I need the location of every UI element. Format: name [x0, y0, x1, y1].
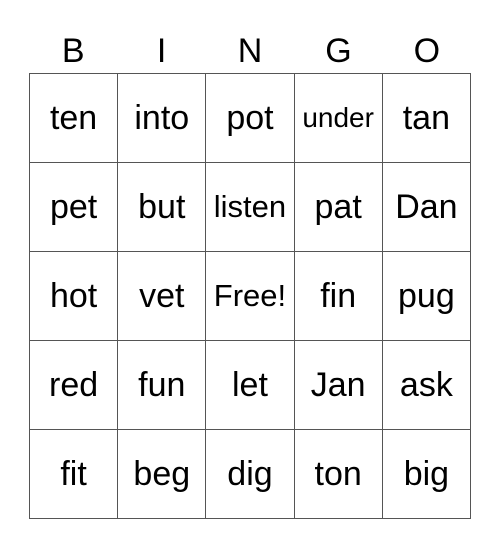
bingo-cell[interactable]: dig: [205, 429, 295, 519]
bingo-cell[interactable]: fin: [293, 251, 383, 341]
header-letter-i: I: [156, 32, 167, 70]
header-letter-b: B: [61, 32, 85, 70]
bingo-cell[interactable]: fit: [28, 429, 119, 519]
bingo-cell[interactable]: into: [117, 73, 207, 163]
bingo-cell[interactable]: Dan: [381, 162, 472, 252]
free-space-cell[interactable]: Free!: [205, 251, 295, 341]
header-letter-g: G: [325, 32, 352, 70]
board-row: red fun let Jan ask: [28, 340, 472, 430]
bingo-board: ten into pot under tan pet but listen pa…: [28, 73, 472, 519]
bingo-cell[interactable]: fun: [117, 340, 207, 430]
bingo-cell[interactable]: beg: [117, 429, 207, 519]
bingo-cell[interactable]: but: [117, 162, 207, 252]
bingo-cell[interactable]: red: [28, 340, 119, 430]
bingo-cell[interactable]: pat: [293, 162, 383, 252]
bingo-cell[interactable]: tan: [381, 73, 472, 163]
bingo-cell[interactable]: listen: [205, 162, 295, 252]
bingo-cell[interactable]: let: [205, 340, 295, 430]
board-row: pet but listen pat Dan: [28, 162, 472, 252]
bingo-cell[interactable]: pot: [205, 73, 295, 163]
bingo-cell[interactable]: vet: [117, 251, 207, 341]
bingo-cell[interactable]: Jan: [293, 340, 383, 430]
board-row: fit beg dig ton big: [28, 429, 472, 519]
header-letter-o: O: [413, 32, 441, 70]
bingo-cell[interactable]: pet: [28, 162, 119, 252]
bingo-cell[interactable]: ten: [28, 73, 119, 163]
board-row: hot vet Free! fin pug: [28, 251, 472, 341]
bingo-header: B I N G O: [29, 30, 471, 73]
bingo-cell[interactable]: ask: [381, 340, 472, 430]
bingo-cell[interactable]: big: [381, 429, 472, 519]
header-letter-n: N: [237, 32, 263, 70]
bingo-cell[interactable]: under: [293, 73, 383, 163]
bingo-cell[interactable]: pug: [381, 251, 472, 341]
bingo-cell[interactable]: ton: [293, 429, 383, 519]
bingo-cell[interactable]: hot: [28, 251, 119, 341]
board-row: ten into pot under tan: [28, 73, 472, 163]
